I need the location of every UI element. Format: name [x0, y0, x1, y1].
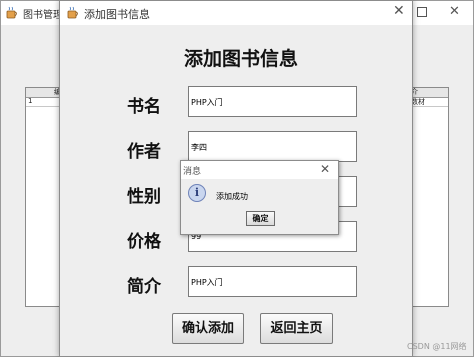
table-cell-id[interactable]: 1	[28, 97, 32, 105]
ok-button[interactable]: 确定	[246, 211, 275, 226]
table-cell-intro[interactable]: 数材	[411, 97, 425, 107]
dialog-title: 添加图书信息	[84, 8, 150, 21]
dialog-close-icon[interactable]: ✕	[393, 3, 405, 19]
watermark: CSDN @11网络	[407, 342, 467, 351]
message-dialog: 消息 ✕ i 添加成功 确定	[180, 160, 339, 235]
gender-label: 性别	[127, 187, 161, 207]
message-close-icon[interactable]: ✕	[320, 162, 330, 176]
intro-label: 简介	[127, 277, 161, 297]
message-title: 消息	[183, 167, 202, 177]
title-input[interactable]: PHP入门	[188, 86, 357, 117]
confirm-add-button[interactable]: 确认添加	[172, 313, 244, 344]
maximize-icon[interactable]	[417, 7, 427, 17]
price-label: 价格	[127, 232, 161, 252]
back-home-button[interactable]: 返回主页	[260, 313, 333, 344]
form-heading: 添加图书信息	[184, 48, 299, 70]
message-text: 添加成功	[216, 192, 248, 201]
intro-input[interactable]: PHP入门	[188, 266, 357, 297]
author-input[interactable]: 李四	[188, 131, 357, 162]
author-label: 作者	[127, 142, 161, 162]
main-window-title: 图书管理系统	[23, 10, 61, 21]
title-label: 书名	[127, 97, 161, 117]
dialog-titlebar: 添加图书信息 ✕	[60, 1, 412, 25]
java-cup-icon	[67, 6, 78, 19]
info-icon: i	[188, 184, 206, 202]
java-cup-icon	[6, 6, 17, 19]
close-icon[interactable]: ✕	[449, 4, 460, 19]
message-titlebar: 消息 ✕	[181, 161, 338, 179]
